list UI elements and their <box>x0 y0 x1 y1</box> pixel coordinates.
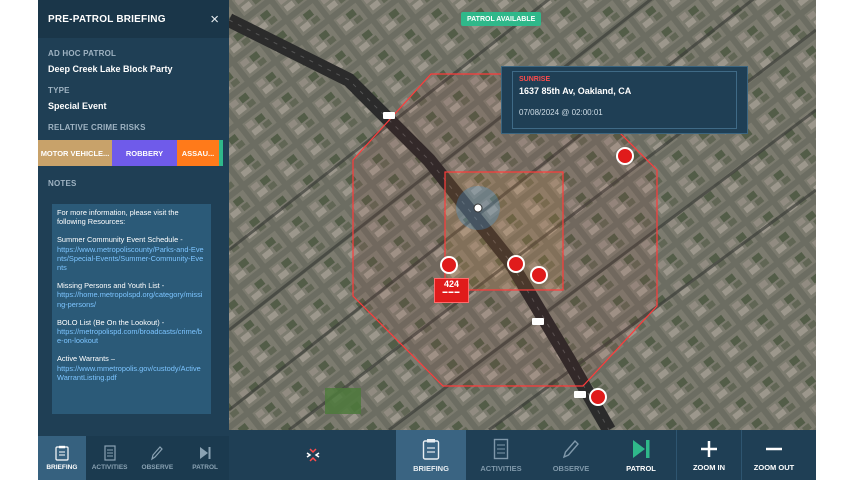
notes-item-link[interactable]: https://www.metropoliscounty/Parks-and-E… <box>57 245 206 273</box>
notes-box: For more information, please visit the f… <box>52 204 211 414</box>
type-label: TYPE <box>48 86 70 95</box>
collapse-button[interactable] <box>229 430 396 480</box>
risks-label: RELATIVE CRIME RISKS <box>48 123 146 132</box>
clipboard-icon <box>55 445 69 461</box>
bottom-toolbar: BRIEFING ACTIVITIES OBSERVE PATROL ZOOM … <box>229 430 816 480</box>
notes-item-title: Summer Community Event Schedule - <box>57 235 183 245</box>
plus-icon <box>701 440 717 457</box>
notes-item-title: Missing Persons and Youth List - <box>57 281 165 291</box>
toolbar-activities-button[interactable]: ACTIVITIES <box>466 430 536 480</box>
notes-item: Summer Community Event Schedule - https:… <box>57 235 206 272</box>
risk-motor-vehicle[interactable]: MOTOR VEHICLE... <box>38 140 112 166</box>
location-subtitle: SUNRISE <box>519 76 551 83</box>
play-icon <box>633 439 650 458</box>
crime-risks: MOTOR VEHICLE... ROBBERY ASSAU... <box>38 140 229 166</box>
panel-title: PRE-PATROL BRIEFING <box>48 13 166 25</box>
zoom-in-button[interactable]: ZOOM IN <box>676 430 741 480</box>
patrol-available-badge: PATROL AVAILABLE <box>461 12 542 26</box>
unit-bars: ▬▬▬ <box>442 289 461 295</box>
checklist-icon <box>493 438 509 459</box>
play-icon <box>200 447 211 459</box>
toolbar-label: ZOOM OUT <box>753 462 795 472</box>
location-info-inner: SUNRISE 1637 85th Av, Oakland, CA 07/08/… <box>512 71 737 129</box>
tab-label: BRIEFING <box>46 464 78 471</box>
notes-label: NOTES <box>48 179 77 188</box>
notes-item: BOLO List (Be On the Lookout) - https://… <box>57 318 206 346</box>
notes-item-link[interactable]: https://www.mmetropolis.gov/custody/Acti… <box>57 364 206 382</box>
toolbar-patrol-button[interactable]: PATROL <box>606 430 676 480</box>
location-datetime: 07/08/2024 @ 02:00:01 <box>519 108 603 117</box>
toolbar-label: PATROL <box>626 463 656 473</box>
tab-label: OBSERVE <box>141 464 174 471</box>
toolbar-label: OBSERVE <box>552 463 590 473</box>
type-value: Special Event <box>48 101 107 111</box>
toolbar-observe-button[interactable]: OBSERVE <box>536 430 606 480</box>
location-address: 1637 85th Av, Oakland, CA <box>519 86 632 96</box>
clipboard-icon <box>422 438 440 460</box>
risk-overflow-indicator <box>219 140 223 166</box>
tab-label: ACTIVITIES <box>91 464 128 471</box>
tab-briefing[interactable]: BRIEFING <box>38 436 86 480</box>
notes-item: Active Warrants – https://www.mmetropoli… <box>57 354 206 382</box>
tab-activities[interactable]: ACTIVITIES <box>86 436 134 480</box>
panel-tabs: BRIEFING ACTIVITIES OBSERVE PATROL <box>38 436 229 480</box>
briefing-panel: PRE-PATROL BRIEFING × AD HOC PATROL Deep… <box>38 0 229 480</box>
zoom-out-button[interactable]: ZOOM OUT <box>741 430 806 480</box>
minus-icon <box>766 447 782 450</box>
risk-assault[interactable]: ASSAU... <box>177 140 219 166</box>
tab-label: PATROL <box>192 464 218 471</box>
checklist-icon <box>104 445 116 461</box>
notes-item: Missing Persons and Youth List - https:/… <box>57 281 206 309</box>
toolbar-label: BRIEFING <box>413 463 449 473</box>
toolbar-label: ACTIVITIES <box>480 463 522 473</box>
risk-robbery[interactable]: ROBBERY <box>112 140 177 166</box>
pencil-icon <box>151 446 164 461</box>
location-info-card[interactable]: SUNRISE 1637 85th Av, Oakland, CA 07/08/… <box>501 66 748 134</box>
collapse-arrows-icon <box>306 448 319 462</box>
notes-item-title: BOLO List (Be On the Lookout) - <box>57 317 165 327</box>
toolbar-briefing-button[interactable]: BRIEFING <box>396 430 466 480</box>
notes-item-link[interactable]: https://metropolispd.com/broadcasts/crim… <box>57 327 206 345</box>
notes-item-title: Active Warrants – <box>57 354 116 364</box>
map-view[interactable]: PATROL AVAILABLE SUNRISE 1637 85th Av, O… <box>229 0 816 430</box>
tab-patrol[interactable]: PATROL <box>181 436 229 480</box>
notes-item-link[interactable]: https://home.metropolspd.org/category/mi… <box>57 290 206 308</box>
unit-marker[interactable]: 424 ▬▬▬ <box>434 278 469 303</box>
satellite-map[interactable] <box>229 0 816 430</box>
toolbar-label: ZOOM IN <box>692 462 726 472</box>
patrol-name: Deep Creek Lake Block Party <box>48 64 173 74</box>
pencil-icon <box>562 439 579 458</box>
tab-observe[interactable]: OBSERVE <box>134 436 182 480</box>
unit-number: 424 <box>443 279 460 289</box>
patrol-label: AD HOC PATROL <box>48 49 117 58</box>
panel-header: PRE-PATROL BRIEFING × <box>38 0 229 38</box>
close-icon[interactable]: × <box>210 12 219 27</box>
notes-intro: For more information, please visit the f… <box>57 208 179 227</box>
